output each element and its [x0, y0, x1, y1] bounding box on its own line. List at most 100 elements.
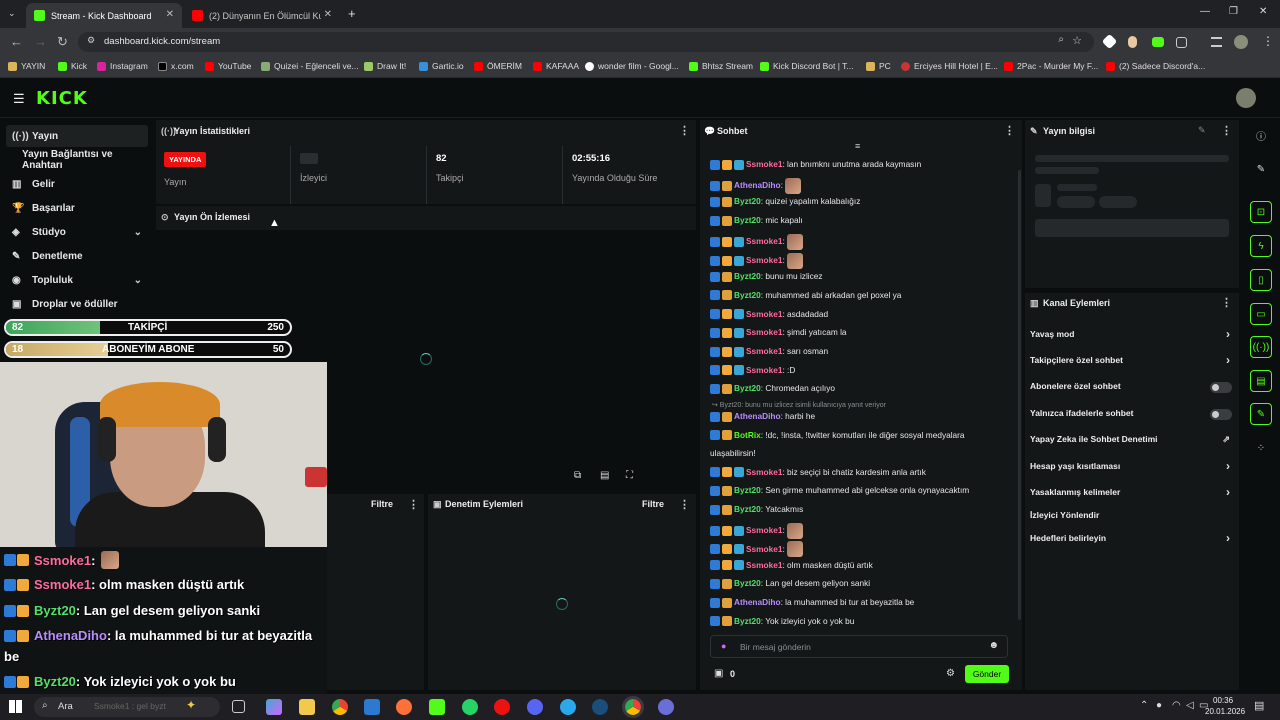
close-tab-icon[interactable]: ✕	[324, 9, 332, 20]
site-info-icon[interactable]: ⚙	[87, 35, 95, 46]
browser-menu-icon[interactable]: ⋮	[1262, 34, 1274, 48]
url-field[interactable]: ⚙ dashboard.kick.com/stream ⌕ ☆	[78, 32, 1094, 52]
volume-tray-icon[interactable]: ◁	[1186, 700, 1194, 711]
sidebar-item-basarilar[interactable]: 🏆 Başarılar	[6, 197, 148, 219]
extension-2-icon[interactable]	[1128, 36, 1137, 48]
chat-username[interactable]: Ssmoke1	[746, 525, 782, 536]
chat-message[interactable]: Ssmoke1: asdadadad	[710, 309, 1010, 320]
windows-start-icon[interactable]	[9, 700, 22, 713]
chat-username[interactable]: Ssmoke1	[746, 346, 782, 357]
chat-message[interactable]: Ssmoke1:	[710, 541, 1010, 558]
kick-logo[interactable]: KICK	[36, 88, 88, 109]
media-control-icon[interactable]	[1211, 37, 1222, 47]
channel-action-2[interactable]: Takipçilere özel sohbet ›	[1030, 353, 1234, 369]
tray-chevron-icon[interactable]: ⌃	[1140, 700, 1148, 711]
theater-mode-icon[interactable]: ▤	[600, 470, 609, 481]
microphone-tray-icon[interactable]: ●	[1156, 700, 1162, 711]
channel-action-8[interactable]: İzleyici Yönlendir	[1030, 510, 1234, 524]
clock-date[interactable]: 20.01.2026	[1205, 707, 1245, 716]
fullscreen-icon[interactable]: ⛶	[626, 470, 633, 481]
flash-icon[interactable]: ϟ	[1250, 235, 1272, 257]
extensions-puzzle-icon[interactable]	[1176, 37, 1187, 48]
wrench-rail-icon[interactable]: ✎	[1250, 403, 1272, 425]
list-rail-icon[interactable]: ▤	[1250, 370, 1272, 392]
sidebar-item-studyo[interactable]: ◈ Stüdyo ⌄	[6, 221, 148, 243]
mod-filter-button[interactable]: Filtre	[642, 499, 664, 509]
pin-icon[interactable]: ≡	[855, 141, 860, 151]
bookmark-youtube[interactable]: YouTube	[205, 61, 251, 71]
chat-message[interactable]: Byzt20: muhammed abi arkadan gel poxel y…	[710, 290, 1010, 301]
chat-message[interactable]: Ssmoke1:	[710, 522, 1010, 539]
bookmark-yayin[interactable]: YAYIN	[8, 61, 45, 71]
whatsapp-icon[interactable]	[462, 699, 478, 715]
chat-username[interactable]: Ssmoke1	[746, 365, 782, 376]
new-tab-icon[interactable]: +	[348, 6, 356, 21]
restore-icon[interactable]: ❐	[1229, 6, 1238, 17]
chat-message[interactable]: Ssmoke1:	[710, 233, 1010, 250]
copilot-icon[interactable]	[266, 699, 282, 715]
chat-menu-icon[interactable]: ⋮	[1004, 124, 1015, 137]
chat-username[interactable]: Ssmoke1	[746, 309, 782, 320]
stats-menu-icon[interactable]: ⋮	[679, 124, 690, 137]
chat-username[interactable]: Ssmoke1	[746, 255, 782, 266]
chat-message[interactable]: Ssmoke1: :D	[710, 365, 1010, 376]
channel-action-1[interactable]: Yavaş mod ›	[1030, 327, 1234, 343]
chat-scrollbar[interactable]	[1018, 170, 1021, 620]
sidebar-item-gelir[interactable]: ▥ Gelir	[6, 173, 148, 195]
stream-info-menu-icon[interactable]: ⋮	[1221, 124, 1232, 137]
chat-username[interactable]: AthenaDiho	[734, 180, 781, 191]
opera-icon[interactable]	[494, 699, 510, 715]
chat-message[interactable]: Ssmoke1: şimdi yatıcam la	[710, 327, 1010, 338]
chrome-active-icon[interactable]	[622, 696, 644, 718]
bookmark-x[interactable]: x.com	[158, 61, 194, 71]
bookmark-omerim[interactable]: ÖMERİM	[474, 61, 522, 71]
chat-message[interactable]: Byzt20: bunu mu izlicez	[710, 271, 1010, 282]
bookmark-instagram[interactable]: Instagram	[97, 61, 148, 71]
chat-username[interactable]: Byzt20	[734, 271, 761, 282]
tab-kick-dashboard[interactable]: Stream - Kick Dashboard ✕	[26, 3, 182, 28]
task-view-icon[interactable]	[232, 700, 245, 713]
forward-icon[interactable]: →	[34, 34, 47, 49]
chat-message[interactable]: AthenaDiho: harbi he	[710, 411, 1010, 422]
chat-username[interactable]: Ssmoke1	[746, 560, 782, 571]
chat-username[interactable]: BotRix	[734, 430, 761, 441]
chat-username[interactable]: Ssmoke1	[746, 236, 782, 247]
sidebar-item-droplar[interactable]: ▣ Droplar ve ödüller	[6, 293, 148, 315]
chat-username[interactable]: Byzt20	[734, 383, 761, 394]
profile-avatar-icon[interactable]	[1234, 35, 1248, 49]
chat-username[interactable]: Byzt20	[734, 578, 761, 589]
bookmark-quizei[interactable]: Quizei - Eğlenceli ve...	[261, 61, 359, 71]
bookmark-wonder[interactable]: wonder film - Googl...	[585, 61, 679, 71]
chat-username[interactable]: Ssmoke1	[746, 327, 782, 338]
chat-message[interactable]: Byzt20: Lan gel desem geliyon sanki	[710, 578, 1010, 589]
chat-username[interactable]: AthenaDiho	[734, 411, 781, 422]
chat-username[interactable]: AthenaDiho	[734, 597, 781, 608]
bookmark-star-icon[interactable]: ☆	[1072, 34, 1082, 47]
extension-3-icon[interactable]	[1152, 37, 1164, 47]
close-window-icon[interactable]: ✕	[1259, 6, 1267, 17]
send-button[interactable]: Gönder	[965, 665, 1009, 683]
bookmark-kafaaa[interactable]: KAFAAA	[533, 61, 579, 71]
filter-button[interactable]: Filtre	[371, 499, 393, 509]
sidebar-item-denetleme[interactable]: ✎ Denetleme	[6, 245, 148, 267]
points-icon[interactable]: ▣	[714, 668, 723, 679]
info-icon[interactable]: ⓘ	[1250, 124, 1272, 146]
chat-message[interactable]: Byzt20: Yatcakmıs	[710, 504, 1010, 515]
channel-action-7[interactable]: Yasaklanmış kelimeler ›	[1030, 485, 1234, 501]
channel-action-6[interactable]: Hesap yaşı kısıtlaması ›	[1030, 459, 1234, 475]
mod-actions-menu-icon[interactable]: ⋮	[679, 498, 690, 511]
chat-message[interactable]: Byzt20: quizei yapalım kalabalığız	[710, 196, 1010, 207]
chat-username[interactable]: Byzt20	[734, 215, 761, 226]
bookmark-pc[interactable]: PC	[866, 61, 891, 71]
tab-youtube[interactable]: (2) Dünyanın En Ölümcül Kung ✕	[184, 3, 340, 28]
chrome-icon[interactable]	[332, 699, 348, 715]
chat-message[interactable]: Ssmoke1: lan bnımknı unutma arada kaymas…	[710, 159, 1010, 170]
chat-message[interactable]: ulaşabilirsin!	[710, 448, 1010, 459]
popout-icon[interactable]: ⧉	[574, 470, 581, 481]
broadcast-rail-icon[interactable]: ((·))	[1250, 336, 1272, 358]
chat-username[interactable]: Byzt20	[734, 196, 761, 207]
emoji-icon[interactable]: ☻	[988, 640, 999, 651]
chat-username[interactable]: Byzt20	[734, 504, 761, 515]
chat-message[interactable]: AthenaDiho: la muhammed bi tur at beyazi…	[710, 597, 1010, 608]
reload-icon[interactable]: ↻	[57, 34, 68, 50]
